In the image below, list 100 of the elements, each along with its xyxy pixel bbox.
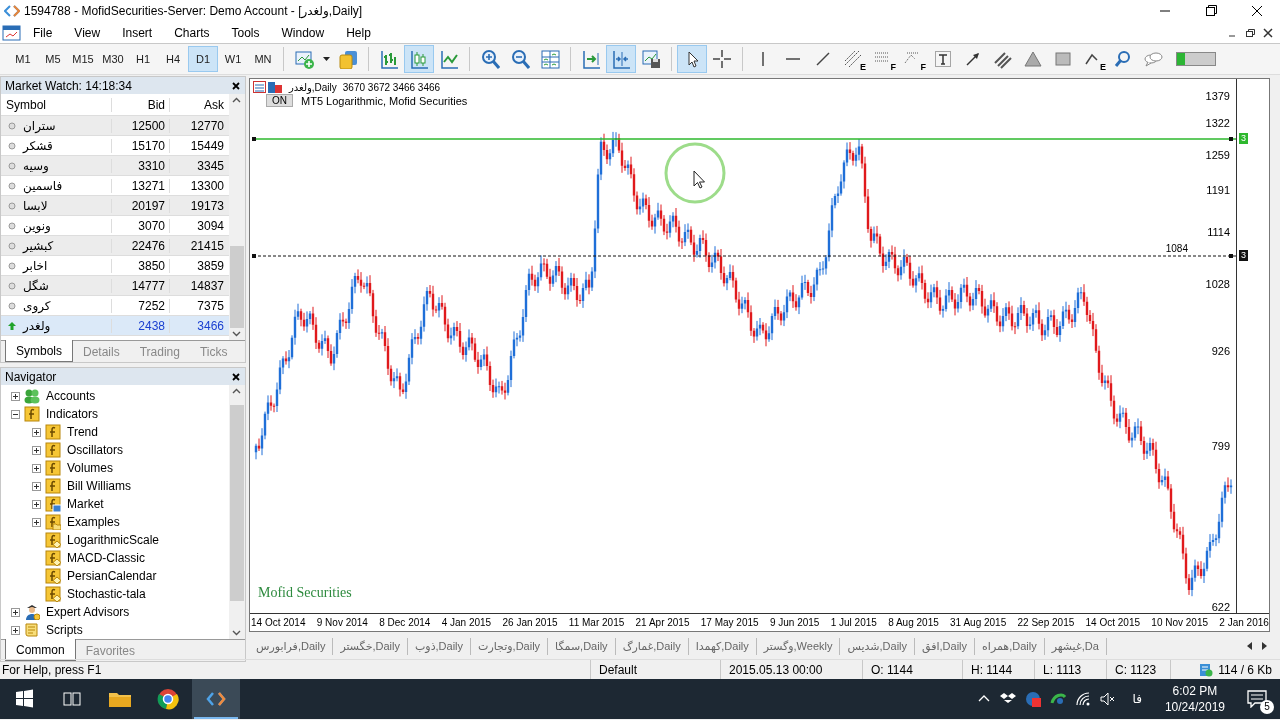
scrollbar[interactable] <box>229 385 245 639</box>
panel-title: Navigator <box>5 369 57 384</box>
timeframe-button[interactable]: M30 <box>98 46 128 72</box>
column-header[interactable]: Symbol <box>1 97 111 112</box>
toolbar-button[interactable]: F <box>868 45 898 73</box>
chart-tab[interactable]: وتجارت,Daily <box>471 637 549 655</box>
terminal-app-icon[interactable] <box>192 679 240 719</box>
menu-item[interactable]: Insert <box>111 23 164 42</box>
tree-item[interactable]: Oscillators <box>67 443 123 457</box>
signal-strength-icon <box>1176 52 1216 66</box>
timeframe-button[interactable]: M5 <box>38 46 68 72</box>
close-button[interactable] <box>231 371 241 382</box>
column-header[interactable]: Bid <box>111 97 169 112</box>
channel-icon <box>993 49 1013 69</box>
tree-item[interactable]: Scripts <box>46 623 83 637</box>
input-language[interactable]: فا <box>1124 692 1150 706</box>
chart-tab[interactable]: خگستر,Daily <box>333 637 408 655</box>
collapse-toggle[interactable] <box>11 409 20 419</box>
symbol-name: وسیه <box>23 158 49 173</box>
menu-item[interactable]: Tools <box>220 23 271 42</box>
expand-toggle[interactable] <box>32 499 41 509</box>
chart-tab[interactable]: غیشهر,Da <box>1044 637 1107 655</box>
panel-tab[interactable]: Symbols <box>5 340 73 362</box>
bid-price: 3310 <box>111 158 169 173</box>
menu-item[interactable]: View <box>63 23 112 42</box>
tree-item[interactable]: Indicators <box>46 407 99 421</box>
horizontal-line[interactable] <box>252 254 1236 258</box>
indicator-toggle[interactable]: ON <box>266 94 293 107</box>
timeframe-button[interactable]: MN <box>248 46 278 72</box>
toolbar-button[interactable]: F <box>898 45 928 73</box>
indicator-market-icon <box>45 496 61 512</box>
timeframe-button[interactable]: M1 <box>8 46 38 72</box>
indicator-name: MT5 Logarithmic, Mofid Securities <box>301 94 468 107</box>
chart-tab[interactable]: غمارگ,Daily <box>615 637 689 655</box>
bid-price: 14777 <box>111 278 169 293</box>
chart-tab[interactable]: فرابورس,Daily <box>249 637 334 655</box>
tree-item[interactable]: Trend <box>67 425 98 439</box>
expand-toggle[interactable] <box>11 607 20 617</box>
expand-toggle[interactable] <box>32 427 41 437</box>
panel-tab[interactable]: Common <box>5 639 76 661</box>
ask-price: 7375 <box>169 298 228 313</box>
menu-item[interactable]: Help <box>335 23 382 42</box>
tree-item[interactable]: Expert Advisors <box>46 605 130 619</box>
wifi-icon[interactable] <box>1074 691 1091 707</box>
tray-app-icon[interactable] <box>1049 691 1066 707</box>
chart-tab[interactable]: افق,Daily <box>915 637 976 655</box>
date-label: 8 Aug 2015 <box>888 617 939 628</box>
clock[interactable]: 6:02 PM 10/24/2019 <box>1158 683 1231 715</box>
mute-icon[interactable] <box>1099 691 1116 707</box>
tree-item[interactable]: Market <box>67 497 104 511</box>
toolbar-button[interactable]: E <box>1078 45 1108 73</box>
chart-tab[interactable]: ذوب,Daily <box>408 637 472 655</box>
timeframe-button[interactable]: M15 <box>68 46 98 72</box>
tree-item[interactable]: Accounts <box>46 389 96 403</box>
toolbar-button[interactable]: E <box>838 45 868 73</box>
triangle-icon <box>1023 49 1043 69</box>
chart-tab[interactable]: کهمدا,Daily <box>688 637 757 655</box>
symbol-name: کبشیر <box>23 238 54 253</box>
close-button[interactable] <box>231 80 241 91</box>
coins-icon <box>338 49 358 69</box>
tree-item[interactable]: Examples <box>67 515 120 529</box>
tray-app-icon[interactable] <box>1024 691 1041 707</box>
tree-item[interactable]: PersianCalendar <box>67 569 157 583</box>
toolbar-button[interactable] <box>677 45 707 73</box>
connection-icon <box>1199 662 1214 677</box>
tree-item[interactable]: Bill Williams <box>67 479 131 493</box>
expand-toggle[interactable] <box>32 445 41 455</box>
menu-item[interactable]: File <box>22 23 64 42</box>
menu-item[interactable]: Window <box>270 23 336 42</box>
bid-price: 7252 <box>111 298 169 313</box>
logo-text: Mofid Securities <box>258 585 352 601</box>
scrollbar[interactable] <box>229 94 245 340</box>
chart-tab[interactable]: وگستر,Weekly <box>756 637 841 655</box>
expand-toggle[interactable] <box>11 391 20 401</box>
app-menu-icon[interactable] <box>2 23 22 42</box>
menu-item[interactable]: Charts <box>163 23 221 42</box>
expand-toggle[interactable] <box>32 517 41 527</box>
date-label: 10 Nov 2015 <box>1151 617 1209 628</box>
chart-tab[interactable]: شدیس,Daily <box>840 637 916 655</box>
symbol-name: قشکر <box>23 138 53 153</box>
expand-toggle[interactable] <box>32 463 41 473</box>
click-highlight <box>664 142 726 204</box>
date-label: 1 Jul 2015 <box>830 617 877 628</box>
expand-toggle[interactable] <box>32 481 41 491</box>
tree-item[interactable]: Stochastic-tala <box>67 587 146 601</box>
expand-toggle[interactable] <box>11 625 20 635</box>
timeframe-button[interactable]: H1 <box>128 46 158 72</box>
mouse-pointer-icon <box>693 170 705 189</box>
chart-tab[interactable]: سمگا,Daily <box>548 637 616 655</box>
notifications-button[interactable]: 5 <box>1240 684 1274 714</box>
tree-item[interactable]: MACD-Classic <box>67 551 145 565</box>
caret-icon <box>322 57 330 61</box>
tree-item[interactable]: Volumes <box>67 461 114 475</box>
tree-item[interactable]: LogarithmicScale <box>67 533 160 547</box>
ask-price: 15449 <box>169 138 228 153</box>
timeframe-button[interactable]: W1 <box>218 46 248 72</box>
timeframe-button[interactable]: D1 <box>188 46 218 72</box>
timeframe-button[interactable]: H4 <box>158 46 188 72</box>
column-header[interactable]: Ask <box>169 97 228 112</box>
chart-tab[interactable]: همراه,Daily <box>975 637 1045 655</box>
